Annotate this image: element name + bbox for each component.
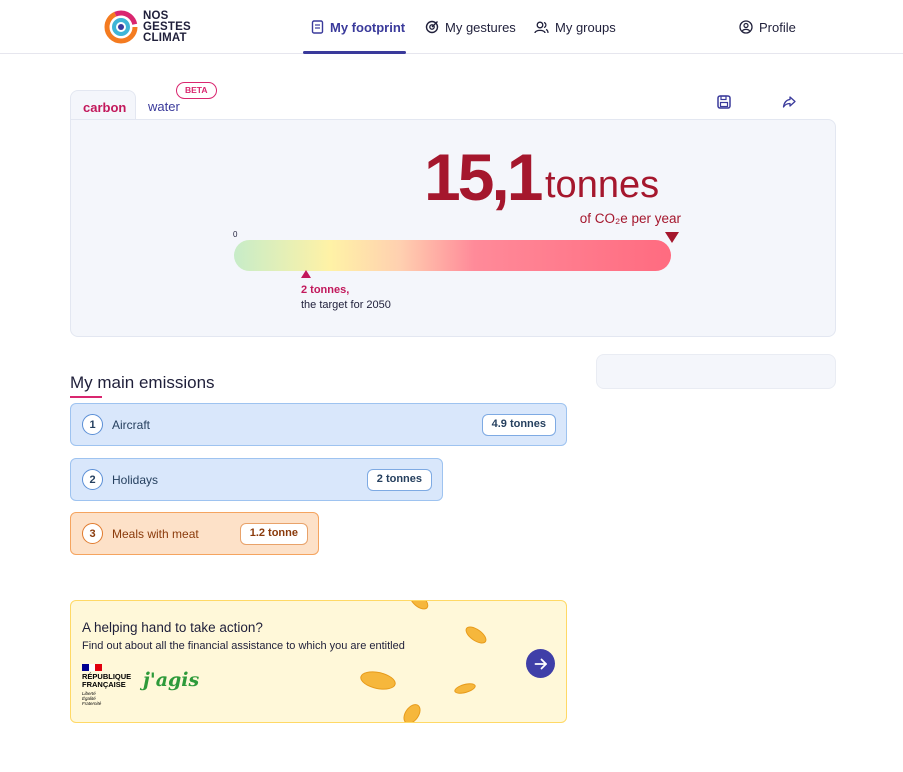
footprint-value: 15,1 [424, 140, 543, 214]
save-icon[interactable] [717, 95, 731, 114]
nav-my-footprint-label: My footprint [330, 19, 406, 35]
emission-item[interactable]: 1 Aircraft 4.9 tonnes [70, 403, 567, 446]
emission-label: Holidays [112, 472, 159, 487]
nav-profile-label: Profile [759, 19, 796, 35]
footprint-unit: tonnes [545, 164, 660, 206]
nav-my-gestures[interactable]: My gestures [425, 0, 516, 54]
logo[interactable]: NOS GESTES CLIMAT [104, 10, 191, 44]
emission-rank: 2 [82, 469, 103, 490]
section-title: My main emissions [70, 373, 215, 392]
jagis-logo: j'agis [143, 669, 200, 691]
coin-decoration [399, 700, 425, 722]
nav-my-gestures-label: My gestures [445, 19, 516, 35]
emission-value: 2 tonnes [366, 469, 432, 491]
document-icon [311, 20, 324, 34]
top-header: NOS GESTES CLIMAT My footprint My gestur… [0, 0, 903, 54]
nav-my-groups[interactable]: My groups [534, 0, 616, 54]
share-icon[interactable] [782, 95, 796, 114]
title-underline [70, 396, 102, 398]
footprint-marker [665, 232, 679, 243]
user-circle-icon [739, 20, 753, 34]
emission-item[interactable]: 2 Holidays 2 tonnes [70, 458, 443, 501]
coin-decoration [462, 623, 490, 647]
french-flag-icon [82, 664, 103, 671]
tab-water[interactable]: water [148, 99, 180, 114]
coin-decoration [358, 668, 398, 693]
logo-text: NOS GESTES CLIMAT [143, 9, 191, 44]
target-marker [301, 270, 311, 278]
coin-decoration [406, 601, 432, 613]
target-value: 2 tonnes, [301, 284, 350, 296]
side-panel [596, 354, 836, 389]
help-title: A helping hand to take action? [82, 620, 263, 635]
republique-francaise-logo: RÉPUBLIQUE FRANÇAISE Liberté Égalité Fra… [82, 664, 131, 706]
gauge-start-label: 0 [233, 230, 238, 239]
help-text: Find out about all the financial assista… [82, 640, 405, 652]
group-icon [534, 21, 549, 34]
arrow-right-button[interactable] [526, 649, 555, 678]
emission-label: Aircraft [112, 417, 151, 432]
logo-icon [104, 10, 138, 44]
emission-value: 1.2 tonne [239, 523, 308, 545]
coin-decoration [453, 681, 477, 696]
nav-profile[interactable]: Profile [739, 0, 796, 54]
emission-rank: 3 [82, 523, 103, 544]
emission-item[interactable]: 3 Meals with meat 1.2 tonne [70, 512, 319, 555]
financial-help-card[interactable]: A helping hand to take action? Find out … [70, 600, 567, 723]
target-icon [425, 20, 439, 34]
nav-my-groups-label: My groups [555, 19, 616, 35]
target-text: the target for 2050 [301, 299, 391, 311]
footprint-gauge [234, 240, 671, 271]
nav-active-indicator [303, 51, 406, 54]
emission-rank: 1 [82, 414, 103, 435]
footprint-sub-unit: of CO₂e per year [579, 211, 681, 226]
beta-badge: BETA [176, 82, 217, 99]
nav-my-footprint[interactable]: My footprint [311, 0, 405, 54]
emission-value: 4.9 tonnes [481, 414, 556, 436]
tab-carbon[interactable]: carbon [70, 90, 136, 120]
arrow-right-icon [534, 658, 547, 669]
emission-label: Meals with meat [112, 526, 199, 541]
